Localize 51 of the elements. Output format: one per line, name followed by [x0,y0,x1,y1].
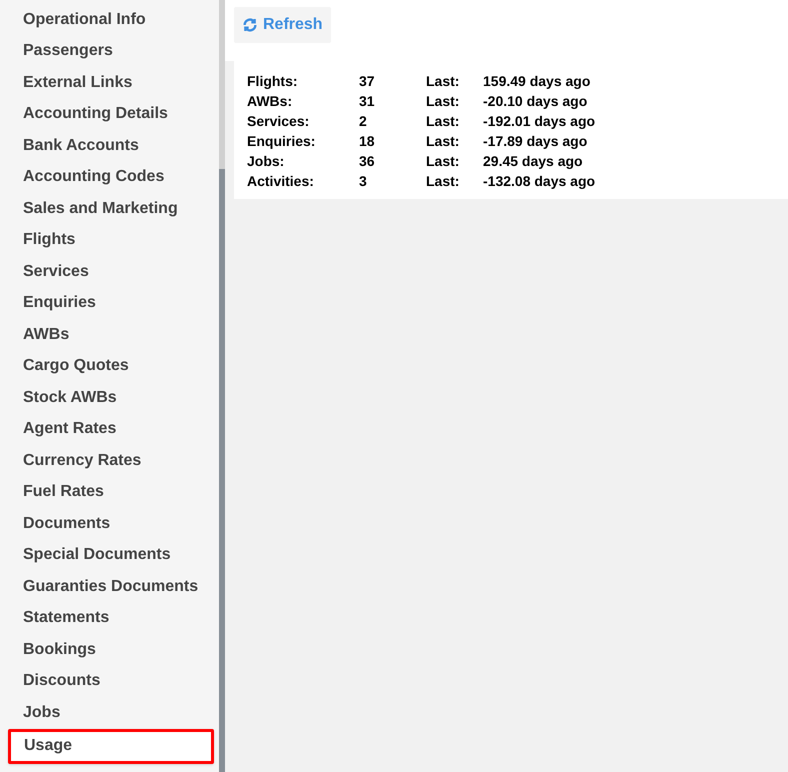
stat-count: 18 [359,132,376,150]
refresh-icon [242,17,258,33]
sidebar-item[interactable]: Agent Rates [8,414,214,445]
stat-count: 3 [359,172,368,190]
sidebar-item[interactable]: Special Documents [8,540,214,571]
stat-name: AWBs: [247,92,294,110]
sidebar-item[interactable]: Sales and Marketing [8,193,214,224]
last-time: -17.89 days ago [483,132,588,151]
sidebar-item[interactable]: Guaranties Documents [8,571,214,602]
sidebar-item[interactable]: Currency Rates [8,445,214,476]
scrollbar-thumb[interactable] [219,169,225,772]
sidebar-item[interactable]: Services [8,256,214,288]
sidebar-item[interactable]: Cargo Quotes [8,350,214,382]
last-label: Last: [426,72,460,90]
scrollbar-track[interactable] [219,0,225,772]
sidebar-item[interactable]: Stock AWBs [8,382,214,414]
last-time: -132.08 days ago [483,172,596,191]
stat-name: Flights: [247,72,299,91]
sidebar-item[interactable]: Documents [8,508,214,540]
sidebar-item[interactable]: Accounting Details [8,98,214,130]
sidebar-item[interactable]: Bank Accounts [8,130,214,162]
sidebar-item[interactable]: Accounting Codes [8,162,214,193]
sidebar-item[interactable]: AWBs [8,319,214,350]
stat-count: 36 [359,152,376,170]
sidebar-item[interactable]: Bookings [8,634,214,666]
stat-count: 31 [359,92,376,110]
sidebar-item[interactable]: Usage [8,728,214,764]
sidebar-item[interactable]: Flights [8,224,214,256]
sidebar-item[interactable]: Jobs [8,697,214,728]
last-label: Last: [426,172,460,190]
last-label: Last: [426,92,460,110]
sidebar-item[interactable]: Enquiries [8,288,214,319]
last-label: Last: [426,112,460,130]
stat-name: Activities: [247,172,315,190]
last-time: 29.45 days ago [483,152,583,171]
sidebar-item[interactable]: Operational Info [8,4,214,36]
stat-name: Services: [247,112,310,130]
sidebar-item[interactable]: Statements [8,602,214,634]
sidebar-item[interactable]: Fuel Rates [8,476,214,508]
last-time: 159.49 days ago [483,72,590,91]
sidebar-item[interactable]: External Links [8,67,214,98]
sidebar-item[interactable]: Passengers [8,36,214,67]
stat-count: 37 [359,72,376,90]
last-label: Last: [426,152,460,170]
last-time: -192.01 days ago [483,112,596,131]
stat-name: Enquiries: [247,132,316,151]
last-label: Last: [426,132,460,150]
last-time: -20.10 days ago [483,92,588,111]
stat-name: Jobs: [247,152,286,170]
sidebar-item[interactable]: Discounts [8,666,214,697]
stat-count: 2 [359,112,368,130]
